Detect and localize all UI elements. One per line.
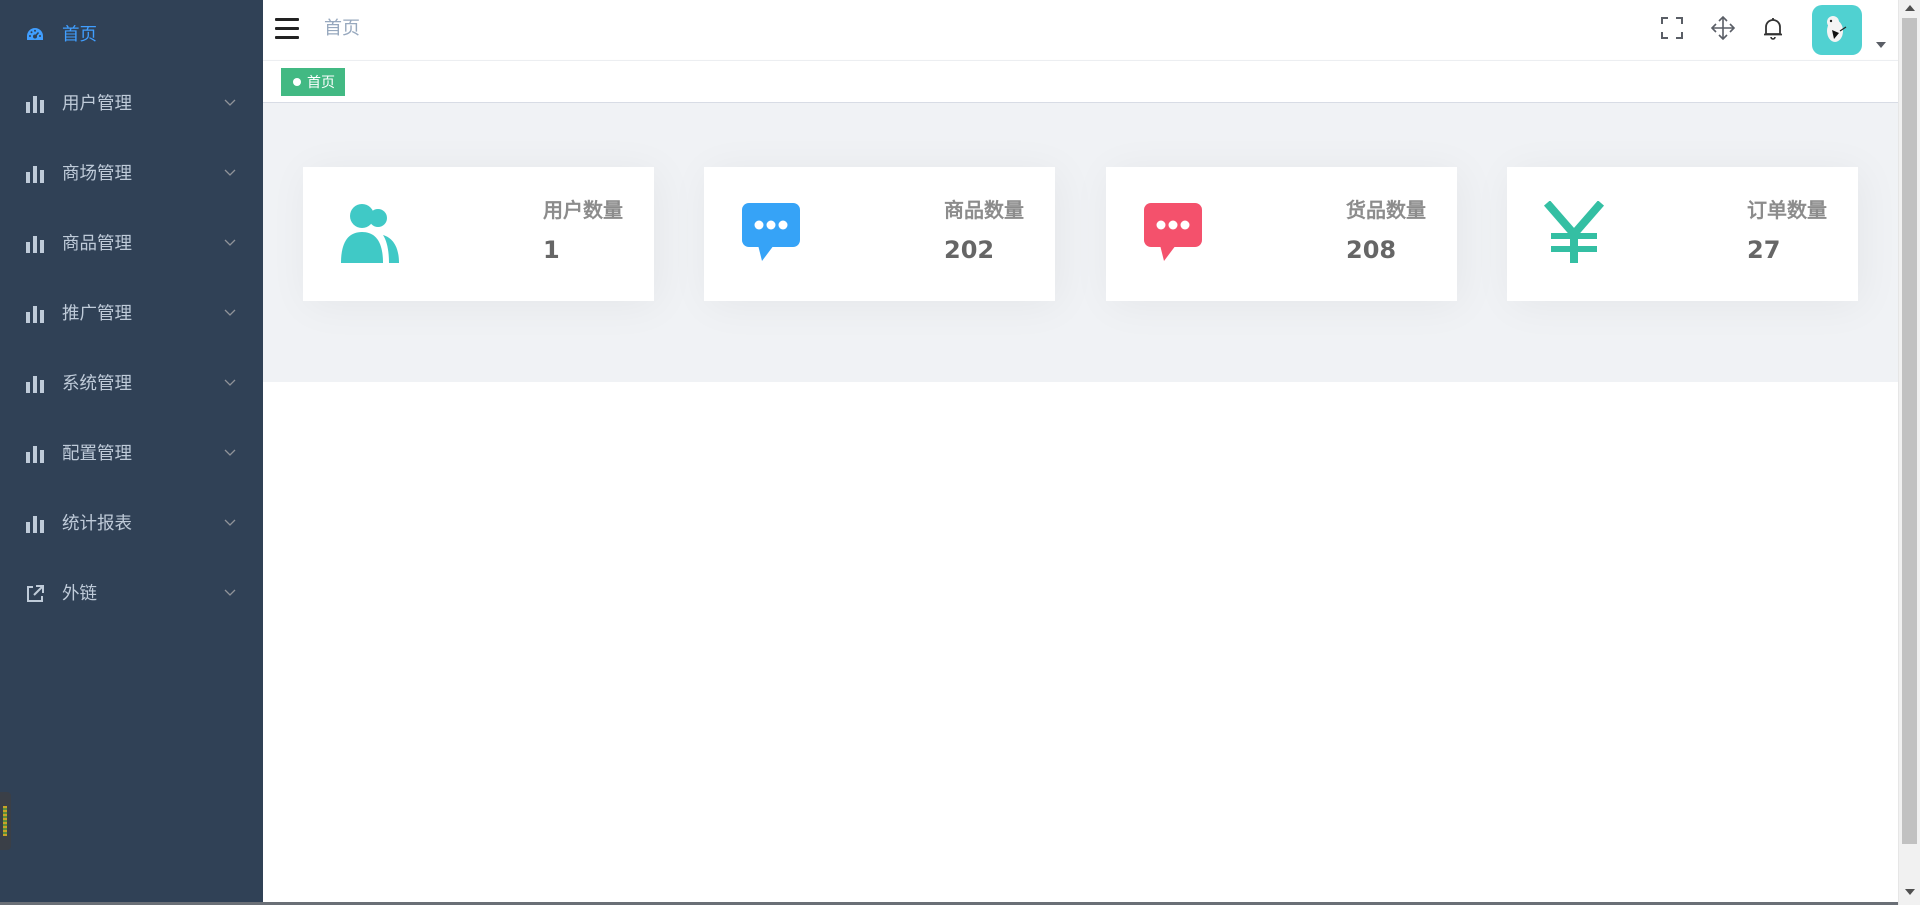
bar-chart-icon — [26, 166, 44, 183]
stat-card-label: 用户数量 — [543, 198, 623, 222]
bar-chart-icon — [26, 446, 44, 463]
sidebar-item-system-management[interactable]: 系统管理 — [0, 349, 263, 419]
navbar: 首页 — [263, 0, 1900, 61]
tags-view: 首页 — [263, 61, 1900, 103]
scroll-up-icon[interactable] — [1905, 5, 1915, 11]
stat-card-products[interactable]: 货品数量 208 — [1106, 167, 1457, 301]
sidebar-item-label: 推广管理 — [62, 304, 132, 324]
sidebar-item-external-links[interactable]: 外链 — [0, 559, 263, 629]
stat-card-value: 1 — [543, 236, 560, 264]
sidebar-item-label: 统计报表 — [62, 514, 132, 534]
avatar[interactable] — [1812, 5, 1862, 55]
hamburger-icon[interactable] — [275, 18, 299, 40]
external-link-icon — [27, 585, 44, 602]
sidebar-item-label: 配置管理 — [62, 444, 132, 464]
main-container: 首页 首页 用户数量 1 商品数量 202 货品数量 208 订单数量 27 — [263, 0, 1900, 905]
chevron-down-icon — [224, 239, 236, 246]
chat-bubble-icon — [742, 203, 800, 261]
stat-card-value: 208 — [1346, 236, 1397, 264]
scrollbar-thumb[interactable] — [1902, 18, 1917, 844]
stat-card-users[interactable]: 用户数量 1 — [303, 167, 654, 301]
stat-card-label: 货品数量 — [1346, 198, 1426, 222]
chat-bubble-icon — [1144, 203, 1202, 261]
stat-card-value: 202 — [944, 236, 995, 264]
sidebar-item-label: 首页 — [62, 25, 97, 45]
sidebar-item-goods-management[interactable]: 商品管理 — [0, 209, 263, 279]
sidebar: 首页 用户管理 商场管理 商品管理 推广管理 系统管理 配置管理 统计报表 外链 — [0, 0, 263, 905]
stat-card-label: 商品数量 — [944, 198, 1024, 222]
dashboard-icon — [27, 28, 43, 40]
breadcrumb: 首页 — [324, 18, 360, 39]
stat-card-orders[interactable]: 订单数量 27 — [1507, 167, 1858, 301]
yen-icon — [1543, 201, 1605, 263]
sidebar-item-config-management[interactable]: 配置管理 — [0, 419, 263, 489]
chevron-down-icon — [224, 589, 236, 596]
sidebar-item-user-management[interactable]: 用户管理 — [0, 69, 263, 139]
sidebar-item-statistics-reports[interactable]: 统计报表 — [0, 489, 263, 559]
chevron-down-icon — [224, 379, 236, 386]
tag-home[interactable]: 首页 — [281, 68, 345, 96]
sidebar-item-label: 外链 — [62, 584, 97, 604]
stat-card-value: 27 — [1747, 236, 1781, 264]
bar-chart-icon — [26, 516, 44, 533]
sidebar-resize-handle[interactable] — [0, 792, 11, 850]
vertical-scrollbar[interactable] — [1898, 0, 1920, 905]
fullscreen-icon[interactable] — [1659, 15, 1685, 41]
bell-icon[interactable] — [1760, 15, 1786, 41]
grip-icon — [3, 806, 7, 836]
chevron-down-icon — [224, 449, 236, 456]
bar-chart-icon — [26, 306, 44, 323]
chevron-down-icon — [224, 519, 236, 526]
dropdown-caret-icon[interactable] — [1876, 42, 1886, 48]
size-move-icon[interactable] — [1710, 15, 1736, 41]
sidebar-item-mall-management[interactable]: 商场管理 — [0, 139, 263, 209]
sidebar-item-label: 用户管理 — [62, 94, 132, 114]
stat-card-label: 订单数量 — [1747, 198, 1827, 222]
chevron-down-icon — [224, 309, 236, 316]
tag-label: 首页 — [307, 75, 335, 91]
chevron-down-icon — [224, 169, 236, 176]
sidebar-item-label: 商品管理 — [62, 234, 132, 254]
chevron-down-icon — [224, 99, 236, 106]
dashboard-content: 用户数量 1 商品数量 202 货品数量 208 订单数量 27 — [263, 103, 1900, 382]
users-icon — [341, 204, 399, 263]
active-dot-icon — [293, 78, 301, 86]
scroll-down-icon[interactable] — [1905, 889, 1915, 895]
bar-chart-icon — [26, 376, 44, 393]
bar-chart-icon — [26, 236, 44, 253]
sidebar-item-label: 系统管理 — [62, 374, 132, 394]
sidebar-item-label: 商场管理 — [62, 164, 132, 184]
bar-chart-icon — [26, 96, 44, 113]
stat-card-goods[interactable]: 商品数量 202 — [704, 167, 1055, 301]
sidebar-item-promotion-management[interactable]: 推广管理 — [0, 279, 263, 349]
sidebar-item-home[interactable]: 首页 — [0, 0, 263, 70]
avatar-image — [1827, 16, 1847, 42]
